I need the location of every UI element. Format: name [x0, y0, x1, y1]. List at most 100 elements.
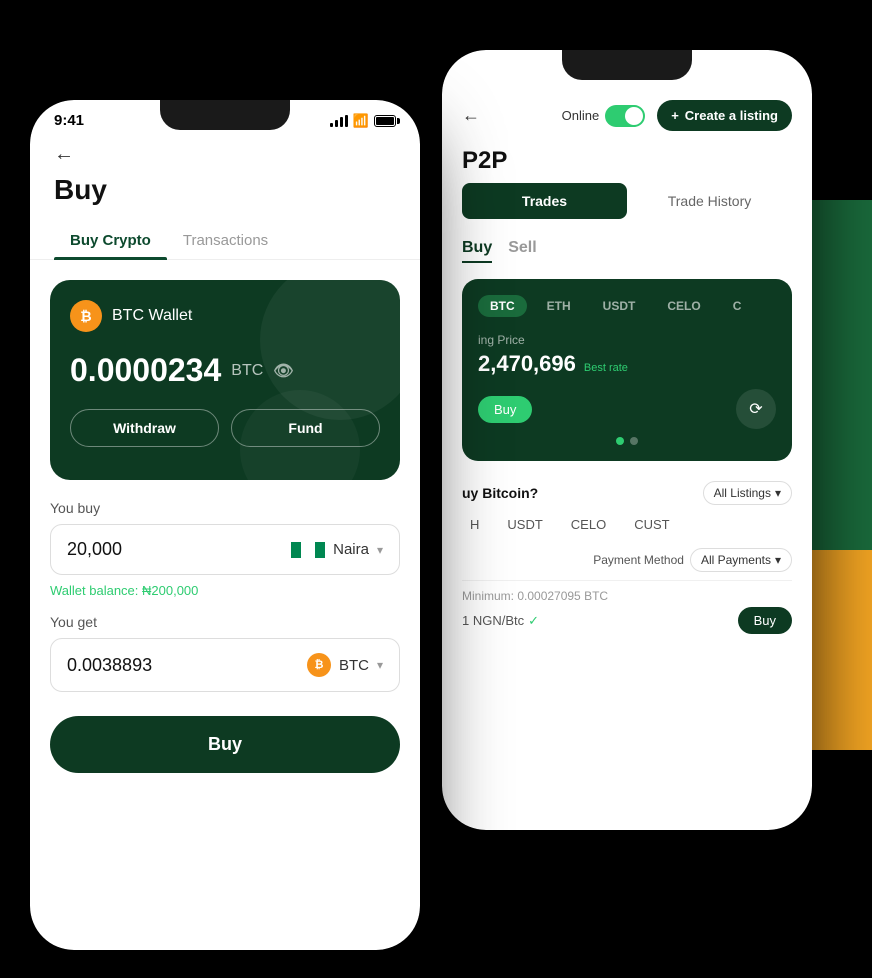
status-icons: 📶 [330, 113, 396, 129]
toggle-switch[interactable] [605, 105, 645, 127]
wifi-icon: 📶 [353, 113, 369, 129]
tab-trade-history[interactable]: Trade History [627, 183, 792, 219]
payment-method-button[interactable]: All Payments ▾ [690, 548, 792, 572]
currency-name: Naira [333, 541, 369, 558]
crypto-chips-row: BTC ETH USDT CELO C [478, 295, 776, 317]
chevron-down-icon-currency: ▾ [377, 543, 383, 557]
buy-header: ← Buy [30, 135, 420, 222]
chevron-down-icon-btc: ▾ [377, 658, 383, 672]
filter-celo[interactable]: CELO [563, 513, 614, 536]
buy-screen: 9:41 📶 [30, 100, 420, 950]
p2p-tabs: Trades Trade History [442, 183, 812, 219]
tab-sell[interactable]: Sell [508, 239, 536, 263]
you-buy-label: You buy [50, 500, 400, 516]
section-header: uy Bitcoin? All Listings ▾ [462, 481, 792, 505]
p2p-screen: ← Online + Create a listing [442, 50, 812, 830]
battery-icon [374, 115, 396, 127]
tab-transactions[interactable]: Transactions [167, 222, 284, 259]
phone-front: 9:41 📶 [30, 100, 420, 950]
toggle-knob [625, 107, 643, 125]
btc-icon-small: ₿ [307, 653, 331, 677]
dot-2 [630, 437, 638, 445]
price-section: ing Price 2,470,696 Best rate [478, 333, 776, 377]
bar-1 [330, 123, 333, 127]
filter-h[interactable]: H [462, 513, 487, 536]
signal-icon [330, 115, 348, 127]
all-listings-button[interactable]: All Listings ▾ [703, 481, 792, 505]
bar-3 [340, 117, 343, 127]
filter-cust[interactable]: CUST [626, 513, 677, 536]
flag-white [303, 542, 313, 558]
chip-c[interactable]: C [721, 295, 754, 317]
chip-usdt[interactable]: USDT [591, 295, 648, 317]
chip-eth[interactable]: ETH [535, 295, 583, 317]
filter-usdt[interactable]: USDT [499, 513, 550, 536]
listing-price: 1 NGN/Btc ✓ [462, 613, 539, 629]
flag-nigeria [291, 542, 325, 558]
wallet-name: BTC Wallet [112, 307, 192, 325]
phone-back: ← Online + Create a listing [442, 50, 812, 830]
p2p-actions: Online + Create a listing [562, 100, 792, 131]
crypto-filter-row: H USDT CELO CUST [462, 513, 792, 536]
page-title: Buy [54, 174, 396, 206]
online-toggle[interactable]: Online [562, 105, 646, 127]
carousel-dots [478, 437, 776, 445]
battery-fill [376, 117, 394, 125]
tab-buy[interactable]: Buy [462, 239, 492, 263]
btc-icon: ₿ [70, 300, 102, 332]
buy-submit-button[interactable]: Buy [50, 716, 400, 773]
you-get-label: You get [50, 614, 400, 630]
btc-selector[interactable]: ₿ BTC ▾ [307, 653, 383, 677]
balance-amount: 0.0000234 [70, 352, 221, 389]
time-display: 9:41 [54, 112, 84, 129]
get-amount-row[interactable]: 0.0038893 ₿ BTC ▾ [50, 638, 400, 692]
balance-unit: BTC [231, 362, 263, 380]
wallet-card: ₿ BTC Wallet 0.0000234 BTC 👁 Withdraw Fu… [50, 280, 400, 480]
payment-method-label: Payment Method [593, 553, 684, 567]
crypto-carousel: BTC ETH USDT CELO C ing Price 2,470,696 … [462, 279, 792, 461]
online-label: Online [562, 108, 600, 123]
buy-amount-row[interactable]: 20,000 Naira ▾ [50, 524, 400, 575]
p2p-back-arrow[interactable]: ← [462, 105, 480, 126]
buy-content: 9:41 📶 [30, 100, 420, 950]
chevron-down-icon: ▾ [775, 486, 781, 500]
minimum-label: Minimum: 0.00027095 BTC [462, 589, 792, 603]
p2p-content: ← Online + Create a listing [442, 50, 812, 830]
create-listing-label: Create a listing [685, 108, 778, 123]
buy-amount-value: 20,000 [67, 539, 122, 560]
buy-tabs-row: Buy Crypto Transactions [30, 222, 420, 260]
p2p-title: P2P [462, 147, 507, 174]
chip-btc[interactable]: BTC [478, 295, 527, 317]
get-amount-value: 0.0038893 [67, 655, 152, 676]
tab-buy-crypto[interactable]: Buy Crypto [54, 222, 167, 259]
verified-icon: ✓ [528, 613, 539, 629]
chevron-down-icon-payment: ▾ [775, 553, 781, 567]
buy-form: You buy 20,000 Naira ▾ [30, 500, 420, 692]
refresh-icon[interactable]: ⟳ [736, 389, 776, 429]
listing-buy-button[interactable]: Buy [738, 607, 792, 634]
price-value: 2,470,696 [478, 351, 576, 377]
price-label: ing Price [478, 333, 776, 347]
back-arrow-button[interactable]: ← [54, 143, 396, 166]
bar-2 [335, 120, 338, 127]
p2p-header: ← Online + Create a listing [442, 100, 812, 147]
section-title: uy Bitcoin? [462, 485, 538, 501]
notch-front [160, 100, 290, 130]
carousel-buy-btn[interactable]: Buy [478, 396, 532, 423]
btc-currency-label: BTC [339, 657, 369, 674]
listing-row: 1 NGN/Btc ✓ Buy [462, 607, 792, 634]
wallet-balance-info: Wallet balance: ₦200,000 [50, 583, 400, 598]
tab-trades[interactable]: Trades [462, 183, 627, 219]
best-rate-badge: Best rate [584, 362, 628, 374]
dot-1 [616, 437, 624, 445]
create-listing-button[interactable]: + Create a listing [657, 100, 792, 131]
withdraw-button[interactable]: Withdraw [70, 409, 219, 447]
currency-selector[interactable]: Naira ▾ [291, 541, 383, 558]
payment-filter: Payment Method All Payments ▾ [462, 548, 792, 572]
notch-back [562, 50, 692, 80]
bar-4 [345, 115, 348, 127]
buy-sell-tabs: Buy Sell [442, 231, 812, 271]
flag-green-left [291, 542, 301, 558]
listing-footer: Minimum: 0.00027095 BTC 1 NGN/Btc ✓ Buy [462, 580, 792, 634]
chip-celo[interactable]: CELO [655, 295, 712, 317]
